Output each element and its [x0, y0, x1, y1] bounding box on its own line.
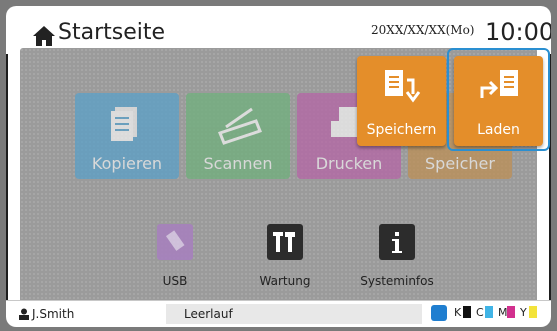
- usb-button[interactable]: [157, 224, 193, 260]
- usb-icon: [165, 230, 185, 251]
- scanner-icon: [218, 107, 262, 145]
- tile-label: Drucken: [315, 154, 383, 173]
- page-title: Startseite: [58, 20, 166, 45]
- network-icon[interactable]: [431, 305, 447, 321]
- status-bar: J.Smith Leerlauf K C M Y: [6, 300, 551, 327]
- selection-outline: [447, 48, 550, 151]
- tile-label: Scannen: [203, 154, 273, 173]
- ink-y-label: Y: [520, 306, 527, 319]
- home-icon[interactable]: [32, 24, 56, 48]
- ink-k-swatch: [463, 306, 471, 318]
- usb-label: USB: [162, 274, 188, 288]
- user-name: J.Smith: [32, 307, 75, 321]
- ink-c-label: C: [476, 306, 484, 319]
- ink-k-label: K: [454, 306, 462, 319]
- maintenance-button[interactable]: [267, 224, 303, 260]
- date-display: 20XX/XX/XX(Mo): [371, 23, 475, 37]
- maintenance-label: Wartung: [259, 274, 311, 288]
- status-field: Leerlauf: [166, 304, 422, 324]
- systeminfo-label: Systeminfos: [360, 274, 434, 288]
- user-icon: [19, 308, 29, 320]
- screen: Startseite 20XX/XX/XX(Mo) 10:00 Kopieren…: [6, 6, 551, 327]
- info-icon: [392, 232, 402, 253]
- user-indicator[interactable]: J.Smith: [18, 307, 74, 321]
- copy-icon: [111, 107, 137, 141]
- save-label: Speichern: [366, 122, 437, 138]
- ink-c-swatch: [485, 306, 493, 318]
- ink-m-swatch: [507, 306, 515, 318]
- ink-y-swatch: [529, 306, 537, 318]
- tile-label: Kopieren: [91, 154, 163, 173]
- tile-label: Speicher: [425, 154, 495, 173]
- status-text: Leerlauf: [184, 307, 233, 321]
- save-button[interactable]: Speichern: [357, 56, 446, 146]
- tools-icon: [273, 232, 295, 252]
- header: Startseite 20XX/XX/XX(Mo) 10:00: [6, 6, 551, 54]
- systeminfo-button[interactable]: [379, 224, 415, 260]
- time-display: 10:00: [485, 18, 551, 46]
- scan-tile[interactable]: Scannen: [186, 93, 290, 179]
- copy-tile[interactable]: Kopieren: [75, 93, 179, 179]
- save-icon: [385, 70, 421, 103]
